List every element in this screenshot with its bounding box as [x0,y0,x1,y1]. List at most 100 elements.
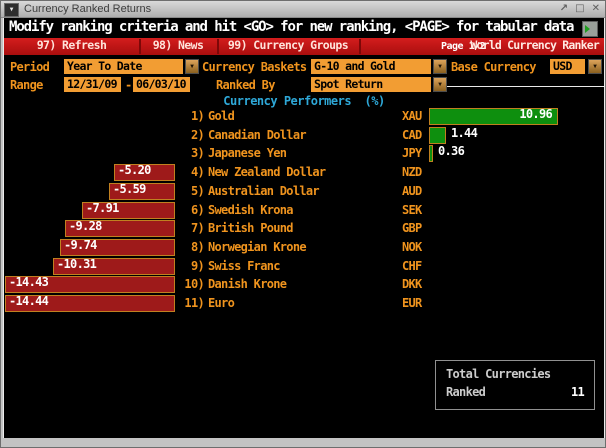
window-titlebar: ▼ Currency Ranked Returns ↗ □ ✕ [1,1,605,18]
currency-rank: 7) [178,219,204,238]
currency-name: Euro [208,294,234,313]
ranked-by-label: Ranked By [216,78,275,92]
currency-groups-button[interactable]: 99) Currency Groups [219,38,357,55]
range-separator: - [125,78,132,92]
app-name: World Currency Ranker [470,38,599,55]
bar-value-label: -14.43 [9,275,48,294]
totals-label-line1: Total Currencies [446,367,550,381]
currency-baskets-label: Currency Baskets [202,60,306,74]
currency-rank: 1) [178,107,204,126]
currency-ticker: DKK [402,275,422,294]
window-title: Currency Ranked Returns [24,3,151,15]
chevron-down-icon: ▼ [438,63,442,70]
bar-value-label: -14.44 [9,294,48,313]
chart-row-gbp: -9.28 7)British Pound GBP [4,219,604,238]
currency-rank: 11) [178,294,204,313]
currency-rank: 3) [178,144,204,163]
chart-heading: Currency Performers (%) [4,94,604,108]
bar-value-label: -9.74 [64,238,97,257]
currency-name: Gold [208,107,234,126]
currency-name: New Zealand Dollar [208,163,325,182]
chevron-down-icon: ▼ [593,63,597,70]
popout-icon[interactable]: ↗ [560,2,568,16]
window-menu-button[interactable]: ▼ [4,3,19,17]
currency-ticker: GBP [402,219,422,238]
currency-ticker: CHF [402,257,422,276]
currency-rank: 5) [178,182,204,201]
menu-caret-icon: ▼ [10,6,14,13]
totals-label-line2: Ranked [446,385,485,399]
base-currency-select[interactable]: USD [550,59,585,74]
currency-rank: 2) [178,126,204,145]
period-dropdown-button[interactable]: ▼ [185,59,199,74]
bar-value-label: -9.28 [69,219,102,238]
bar-value-label: 10.96 [429,107,552,126]
app-window: ▼ Currency Ranked Returns ↗ □ ✕ Modify r… [0,0,606,448]
window-controls: ↗ □ ✕ [560,2,600,16]
currency-rank: 8) [178,238,204,257]
bar-value-label: -5.59 [113,182,146,201]
base-currency-label: Base Currency [451,60,536,74]
bar-value-label: 0.36 [438,144,464,163]
chevron-down-icon: ▼ [438,81,442,88]
currency-name: Swiss Franc [208,257,280,276]
currency-name: Swedish Krona [208,201,293,220]
currency-ticker: XAU [402,107,422,126]
currency-bar-chart: 10.961)GoldXAU1.442)Canadian DollarCAD0.… [4,107,604,317]
currency-baskets-dropdown-button[interactable]: ▼ [433,59,447,74]
positive-bar-jpy [429,145,433,162]
chart-row-sek: -7.91 6)Swedish Krona SEK [4,201,604,220]
period-label: Period [10,60,49,74]
chart-row-xau: 10.96 1)Gold XAU [4,107,604,126]
currency-ticker: EUR [402,294,422,313]
ranked-by-dropdown-button[interactable]: ▼ [433,77,447,92]
bar-value-label: 1.44 [451,126,477,145]
tabular-data-icon[interactable] [582,21,598,37]
currency-name: Australian Dollar [208,182,319,201]
refresh-button[interactable]: 97) Refresh [6,38,137,55]
chart-row-cad: 1.44 2)Canadian Dollar CAD [4,126,604,145]
currency-ticker: JPY [402,144,422,163]
currency-rank: 10) [178,275,204,294]
currency-ticker: NOK [402,238,422,257]
currency-name: British Pound [208,219,293,238]
currency-rank: 6) [178,201,204,220]
chart-row-nzd: -5.20 4)New Zealand Dollar NZD [4,163,604,182]
chart-row-chf: -10.319)Swiss FrancCHF [4,257,604,276]
bar-value-label: -5.20 [118,163,151,182]
chart-row-aud: -5.59 5)Australian Dollar AUD [4,182,604,201]
range-end-input[interactable]: 06/03/10 [133,77,190,92]
chart-row-jpy: 0.36 3)Japanese Yen JPY [4,144,604,163]
chart-row-dkk: -14.4310)Danish KroneDKK [4,275,604,294]
currency-ticker: NZD [402,163,422,182]
terminal-content: Modify ranking criteria and hit <GO> for… [3,18,605,438]
currency-ticker: SEK [402,201,422,220]
bar-value-label: -10.31 [57,257,96,276]
totals-value: 11 [571,385,584,399]
currency-rank: 4) [178,163,204,182]
ranked-by-select[interactable]: Spot Return [311,77,431,92]
toolbar-divider [359,39,361,54]
currency-baskets-select[interactable]: G-10 and Gold [311,59,431,74]
currency-name: Canadian Dollar [208,126,306,145]
positive-bar-cad [429,127,446,144]
total-currencies-box: Total Currencies Ranked 11 [435,360,595,410]
chart-row-eur: -14.44 11)Euro EUR [4,294,604,313]
currency-name: Norwegian Krone [208,238,306,257]
currency-name: Japanese Yen [208,144,286,163]
period-select[interactable]: Year To Date [64,59,183,74]
currency-ticker: AUD [402,182,422,201]
function-toolbar: 97) Refresh 98) News 99) Currency Groups… [4,38,604,55]
chart-row-nok: -9.74 8)Norwegian Krone NOK [4,238,604,257]
close-icon[interactable]: ✕ [592,2,600,16]
message-bar-text: Modify ranking criteria and hit <GO> for… [9,19,573,35]
currency-ticker: CAD [402,126,422,145]
divider-line [447,86,604,87]
chevron-down-icon: ▼ [190,63,194,70]
range-label: Range [10,78,43,92]
bar-value-label: -7.91 [86,201,119,220]
news-button[interactable]: 98) News [141,38,215,55]
range-start-input[interactable]: 12/31/09 [64,77,121,92]
base-currency-dropdown-button[interactable]: ▼ [588,59,602,74]
maximize-icon[interactable]: □ [575,2,584,16]
